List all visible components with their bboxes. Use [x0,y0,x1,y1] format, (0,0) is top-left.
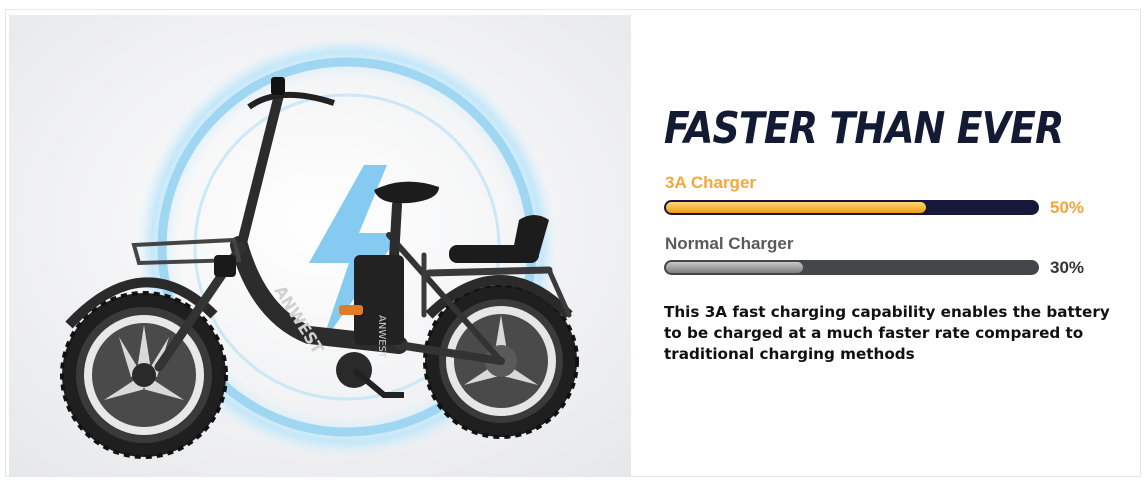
ebike-illustration: ANWEST ANWEST [9,15,631,477]
pedal [339,305,363,315]
svg-text:ANWEST: ANWEST [376,315,387,359]
feature-description: This 3A fast charging capability enables… [664,303,1110,363]
normal-charger-percent: 30% [1050,258,1085,277]
headline: FASTER THAN EVER [664,103,1064,154]
fast-charger-percent: 50% [1050,198,1085,217]
headlight [214,255,236,277]
product-image: ANWEST ANWEST [9,15,631,477]
fast-charger-fill [666,202,926,213]
front-wheel [60,291,228,459]
fast-charger-label: 3A Charger [665,173,757,192]
normal-charger-fill [666,262,803,273]
normal-charger-label: Normal Charger [665,234,794,253]
fast-charger-bar [664,200,1039,215]
normal-charger-bar [664,260,1039,275]
